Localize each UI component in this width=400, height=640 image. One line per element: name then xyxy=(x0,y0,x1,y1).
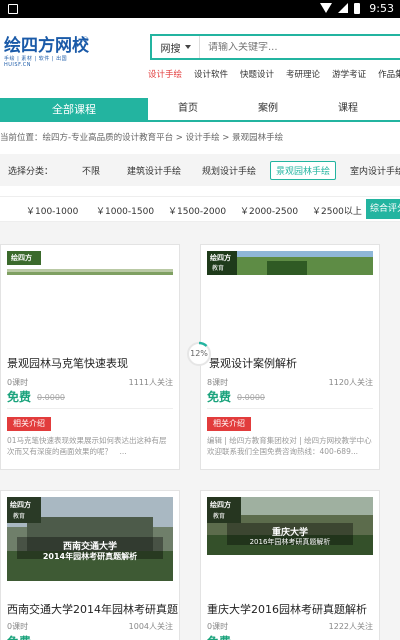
course-price: 免费 xyxy=(7,633,31,640)
category-filter: 选择分类： 不限 建筑设计手绘 规划设计手绘 景观园林手绘 室内设计手绘 xyxy=(0,154,400,186)
course-follows: 1222人关注 xyxy=(328,622,373,631)
related-intro-tag: 相关介绍 xyxy=(7,417,51,431)
thumbnail-title-line2: 2014年园林考研真题解析 xyxy=(42,552,138,561)
search-bar: 网搜 xyxy=(150,34,400,60)
course-original-price: 0.0000 xyxy=(37,393,65,402)
category-nav-item[interactable]: 设计软件 xyxy=(194,68,228,84)
course-title[interactable]: 重庆大学2016园林考研真题解析 xyxy=(207,601,367,617)
card-divider xyxy=(7,408,173,409)
search-input[interactable] xyxy=(200,41,400,53)
thumbnail-badge-sub: 教育 xyxy=(212,265,225,272)
course-price: 免费 xyxy=(207,633,231,640)
price-option[interactable]: ￥2500以上 xyxy=(312,204,362,217)
logo-text: 绘四方网校 xyxy=(4,36,89,56)
course-lessons: 8课时 xyxy=(207,378,229,387)
search-scope-label: 网搜 xyxy=(160,43,181,55)
course-card[interactable]: 绘四方 景观园林马克笔快速表现 0课时 1111人关注 免费 0.0000 相关… xyxy=(0,244,180,470)
course-lessons: 0课时 xyxy=(207,622,229,631)
thumbnail-badge: 绘四方 xyxy=(210,501,231,509)
category-nav-item[interactable]: 设计手绘 xyxy=(148,68,182,84)
course-thumbnail[interactable]: 绘四方 教育 xyxy=(207,251,373,275)
price-option[interactable]: ￥2000-2500 xyxy=(240,204,298,217)
course-grid: 绘四方 景观园林马克笔快速表现 0课时 1111人关注 免费 0.0000 相关… xyxy=(0,242,400,640)
course-card[interactable]: 绘四方 教育 西南交通大学 2014年园林考研真题解析 西南交通大学2014年园… xyxy=(0,490,180,640)
course-card[interactable]: 绘四方 教育 重庆大学 2016年园林考研真题解析 重庆大学2016园林考研真题… xyxy=(200,490,380,640)
course-thumbnail[interactable]: 绘四方 xyxy=(7,251,173,275)
category-nav-item[interactable]: 游学考证 xyxy=(332,68,366,84)
status-time: 9:53 xyxy=(369,2,394,15)
category-option[interactable]: 不限 xyxy=(82,164,100,177)
section-spacer xyxy=(0,222,400,242)
course-follows: 1004人关注 xyxy=(128,622,173,631)
course-thumbnail[interactable]: 绘四方 教育 重庆大学 2016年园林考研真题解析 xyxy=(207,497,373,555)
search-scope-select[interactable]: 网搜 xyxy=(152,36,200,58)
course-description: 01马克笔快速表现效果展示如何表达出这种有层次而又有深度的画面效果的呢？ ... xyxy=(7,436,167,456)
all-courses-button[interactable]: 全部课程 xyxy=(0,98,148,120)
category-option[interactable]: 规划设计手绘 xyxy=(202,164,256,177)
thumbnail-badge: 绘四方 xyxy=(10,501,31,509)
price-option[interactable]: ￥1500-2000 xyxy=(168,204,226,217)
course-follows: 1111人关注 xyxy=(128,378,173,387)
landscape-thumbnail-image xyxy=(207,251,373,275)
site-header: 绘四方网校 ® 手绘 | 素材 | 软件 | 出国 HUISF.CN 网搜 xyxy=(0,18,400,68)
main-nav: 全部课程 首页 案例 课程 xyxy=(0,98,400,122)
category-nav: 设计手绘 设计软件 快题设计 考研理论 游学考证 作品集辅导 xyxy=(148,68,400,84)
status-bar: 9:53 xyxy=(0,0,400,18)
thumbnail-badge-sub: 教育 xyxy=(13,513,26,520)
logo-subtitle: 手绘 | 素材 | 软件 | 出国 HUISF.CN xyxy=(4,56,68,68)
thumbnail-badge: 绘四方 xyxy=(11,254,32,262)
progress-ring[interactable]: 12% xyxy=(186,341,212,367)
signal-icon xyxy=(338,3,348,13)
battery-icon xyxy=(354,3,360,14)
main-nav-items: 首页 案例 课程 xyxy=(148,98,400,120)
course-thumbnail[interactable]: 绘四方 教育 西南交通大学 2014年园林考研真题解析 xyxy=(7,497,173,581)
progress-label: 12% xyxy=(190,349,208,358)
course-description: 编辑 | 绘四方教育集团校对 | 绘四方网校教学中心欢迎联系我们全国免费咨询热线… xyxy=(207,436,372,456)
course-title[interactable]: 西南交通大学2014年园林考研真题 xyxy=(7,601,178,617)
course-follows: 1120人关注 xyxy=(328,378,373,387)
nav-cases[interactable]: 案例 xyxy=(228,98,308,120)
price-filter: ￥100-1000 ￥1000-1500 ￥1500-2000 ￥2000-25… xyxy=(0,196,400,222)
category-option-active[interactable]: 景观园林手绘 xyxy=(270,161,337,180)
price-option[interactable]: ￥1000-1500 xyxy=(96,204,154,217)
category-filter-label: 选择分类： xyxy=(8,167,54,177)
course-price: 免费 xyxy=(7,390,32,404)
thumbnail-badge: 绘四方 xyxy=(210,254,231,262)
breadcrumb: 当前位置：绘四方-专业高品质的设计教育平台 > 设计手绘 > 景观园林手绘 xyxy=(0,133,284,143)
site-logo[interactable]: 绘四方网校 ® 手绘 | 素材 | 软件 | 出国 HUISF.CN xyxy=(4,36,90,68)
thumbnail-title-line2: 2016年园林考研真题解析 xyxy=(249,538,331,546)
sort-rating-button[interactable]: 综合评分 xyxy=(366,199,400,219)
category-nav-item[interactable]: 考研理论 xyxy=(286,68,320,84)
category-option[interactable]: 建筑设计手绘 xyxy=(127,164,181,177)
notification-icon xyxy=(8,4,18,14)
wifi-icon xyxy=(320,3,332,13)
price-option[interactable]: ￥100-1000 xyxy=(26,204,78,217)
course-title[interactable]: 景观园林马克笔快速表现 xyxy=(7,355,128,371)
category-option[interactable]: 室内设计手绘 xyxy=(350,164,400,177)
nav-courses[interactable]: 课程 xyxy=(308,98,388,120)
thumbnail-badge-sub: 教育 xyxy=(213,513,226,520)
nav-home[interactable]: 首页 xyxy=(148,98,228,120)
course-lessons: 0课时 xyxy=(7,378,29,387)
course-card[interactable]: 绘四方 教育 景观设计案例解析 8课时 1120人关注 免费 0.0000 相关… xyxy=(200,244,380,470)
course-original-price: 0.0000 xyxy=(237,393,265,402)
status-icons xyxy=(320,3,360,14)
chevron-down-icon xyxy=(184,45,191,49)
card-divider xyxy=(207,408,373,409)
category-nav-item[interactable]: 快题设计 xyxy=(240,68,274,84)
category-nav-item[interactable]: 作品集辅导 xyxy=(378,68,400,84)
course-title[interactable]: 景观设计案例解析 xyxy=(209,355,297,371)
related-intro-tag: 相关介绍 xyxy=(207,417,251,431)
logo-registered-mark: ® xyxy=(82,36,89,44)
course-lessons: 0课时 xyxy=(7,622,29,631)
course-price: 免费 xyxy=(207,390,232,404)
